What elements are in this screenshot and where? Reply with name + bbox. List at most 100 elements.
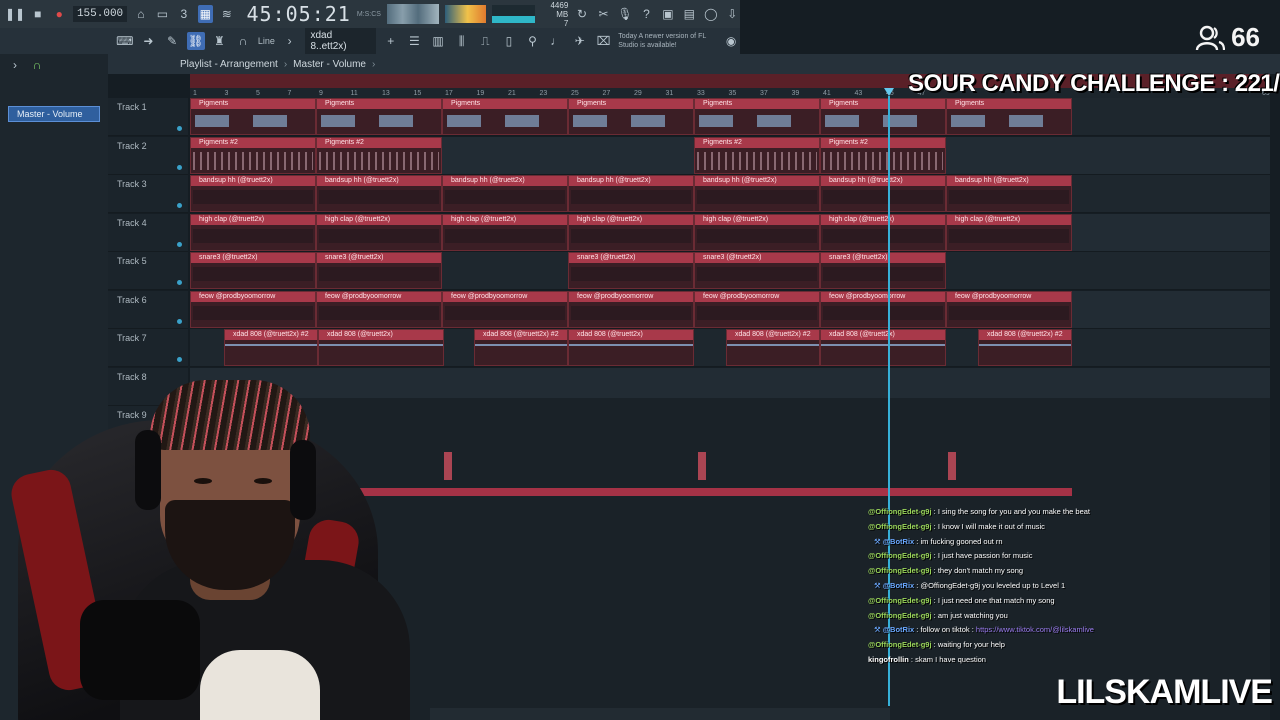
playlist-clip[interactable]: Pigments [946, 98, 1072, 135]
chat-username[interactable]: kingofrollin [868, 655, 909, 664]
arrow-icon[interactable]: ➜ [140, 32, 158, 50]
playlist-title[interactable]: Playlist - Arrangement [180, 59, 278, 70]
link-icon[interactable]: ⛓ [186, 32, 205, 50]
playlist-clip[interactable]: snare3 (@truett2x) [568, 252, 694, 289]
chat-username[interactable]: @OffiongEdet-g9j [868, 566, 932, 575]
export-icon[interactable]: ⇩ [725, 5, 740, 23]
chat-username[interactable]: @BotRix [883, 537, 914, 546]
playlist-clip[interactable]: snare3 (@truett2x) [820, 252, 946, 289]
step-edit-icon[interactable]: ▦ [197, 5, 214, 23]
playlist-clip[interactable]: xdad 808 (@truett2x) #2 [474, 329, 568, 366]
record-icon[interactable]: ● [51, 5, 66, 23]
countdown-icon[interactable]: 3 [176, 5, 191, 23]
browser-item-master-volume[interactable]: Master - Volume [8, 106, 100, 122]
track-led-icon[interactable] [177, 164, 182, 170]
playlist-clip[interactable]: bandsup hh (@truett2x) [316, 175, 442, 212]
chat-username[interactable]: @OffiongEdet-g9j [868, 596, 932, 605]
playlist-clip[interactable]: bandsup hh (@truett2x) [820, 175, 946, 212]
snap-mode[interactable]: Line [258, 36, 275, 46]
browser-icon[interactable]: ▯ [500, 32, 518, 50]
playlist-clip[interactable]: Pigments [190, 98, 316, 135]
save-icon[interactable]: ▣ [660, 5, 675, 23]
track-header[interactable]: Track 6 [108, 290, 188, 329]
playlist-clip[interactable]: snare3 (@truett2x) [316, 252, 442, 289]
stamp-icon[interactable]: ♜ [211, 32, 229, 50]
pencil-icon[interactable]: ✎ [163, 32, 181, 50]
playlist-clip[interactable]: high clap (@truett2x) [568, 213, 694, 251]
playlist-clip[interactable]: high clap (@truett2x) [190, 213, 316, 251]
playlist-clip[interactable]: bandsup hh (@truett2x) [946, 175, 1072, 212]
news-icon[interactable]: ◉ [722, 32, 740, 50]
plus-icon[interactable]: + [382, 32, 400, 50]
wait-record-icon[interactable]: ▭ [155, 5, 170, 23]
track-lane[interactable]: bandsup hh (@truett2x) bandsup hh (@truet… [190, 175, 1270, 213]
playlist-clip[interactable]: Pigments [820, 98, 946, 135]
automation-clip[interactable] [320, 488, 1072, 496]
playlist-clip[interactable]: feow @prodbyoomorrow [946, 290, 1072, 328]
playlist-clip[interactable]: xdad 808 (@truett2x) [568, 329, 694, 366]
tempo-icon[interactable]: ♩ [547, 32, 565, 50]
update-notice[interactable]: Today A newer version of FL Studio is av… [618, 32, 716, 50]
chat-username[interactable]: @OffiongEdet-g9j [868, 611, 932, 620]
blend-notes-icon[interactable]: ≋ [219, 5, 234, 23]
chat-username[interactable]: @OffiongEdet-g9j [868, 522, 932, 531]
track-led-icon[interactable] [177, 241, 182, 247]
track-header[interactable]: Track 1 [108, 98, 188, 136]
help-icon[interactable]: ? [639, 5, 654, 23]
chat-icon[interactable]: ◯ [703, 5, 718, 23]
playlist-clip[interactable]: Pigments #2 [820, 136, 946, 174]
playlist-clip[interactable]: high clap (@truett2x) [442, 213, 568, 251]
track-header[interactable]: Track 2 [108, 136, 188, 175]
store-icon[interactable]: ⌧ [595, 32, 613, 50]
pattern-arrow-icon[interactable]: › [281, 32, 299, 50]
pattern-selector[interactable]: xdad 8..ett2x) [304, 28, 376, 54]
track-header[interactable]: Track 3 [108, 175, 188, 213]
magnet-icon[interactable]: ∩ [234, 32, 252, 50]
chat-username[interactable]: @OffiongEdet-g9j [868, 640, 932, 649]
playlist-clip[interactable]: bandsup hh (@truett2x) [190, 175, 316, 212]
playlist-clip[interactable]: bandsup hh (@truett2x) [442, 175, 568, 212]
chat-username[interactable]: @OffiongEdet-g9j [868, 551, 932, 560]
cut-icon[interactable]: ✂ [596, 5, 611, 23]
track-lane[interactable]: Pigments #2 Pigments #2 Pigments #2 Pigment… [190, 136, 1270, 175]
track-lane[interactable]: Pigments Pigments Pigments Pigments Pigments… [190, 98, 1270, 136]
playlist-clip[interactable]: Pigments [694, 98, 820, 135]
render-icon[interactable]: ▤ [682, 5, 697, 23]
playlist-clip[interactable]: high clap (@truett2x) [946, 213, 1072, 251]
playlist-clip[interactable]: Pigments [316, 98, 442, 135]
track-lane[interactable]: snare3 (@truett2x) snare3 (@truett2x) snar… [190, 252, 1270, 290]
playhead-marker[interactable] [884, 88, 894, 96]
playlist-clip[interactable]: Pigments [568, 98, 694, 135]
playlist-clip[interactable]: Pigments #2 [316, 136, 442, 174]
track-led-icon[interactable] [177, 280, 182, 285]
playlist-clip[interactable]: snare3 (@truett2x) [190, 252, 316, 289]
chat-link[interactable]: https://www.tiktok.com/@lilskamlive [976, 625, 1094, 634]
playlist-clip[interactable]: feow @prodbyoomorrow [316, 290, 442, 328]
chat-username[interactable]: @BotRix [883, 581, 914, 590]
arrow-small-icon[interactable]: › [6, 56, 24, 74]
song-position[interactable]: 45:05:21 [247, 2, 351, 26]
track-header[interactable]: Track 5 [108, 252, 188, 290]
playlist-clip[interactable]: Pigments [442, 98, 568, 135]
track-led-icon[interactable] [177, 126, 182, 131]
chat-username[interactable]: @OffiongEdet-g9j [868, 507, 932, 516]
stop-icon[interactable]: ■ [30, 5, 45, 23]
automation-marker[interactable] [444, 452, 452, 480]
playlist-clip[interactable]: Pigments #2 [694, 136, 820, 174]
playlist-clip[interactable]: high clap (@truett2x) [820, 213, 946, 251]
playlist-clip[interactable]: Pigments #2 [190, 136, 316, 174]
playlist-clip[interactable]: high clap (@truett2x) [316, 213, 442, 251]
playlist-clip[interactable]: feow @prodbyoomorrow [694, 290, 820, 328]
automation-marker[interactable] [698, 452, 706, 480]
mic-pin-icon[interactable]: ✈ [571, 32, 589, 50]
playlist-clip[interactable]: feow @prodbyoomorrow [190, 290, 316, 328]
plugin-icon[interactable]: ⚲ [524, 32, 542, 50]
playlist-crumb[interactable]: Master - Volume [293, 59, 366, 70]
playlist-clip[interactable]: bandsup hh (@truett2x) [694, 175, 820, 212]
play-pause-icon[interactable]: ❚❚ [5, 5, 25, 23]
track-lane[interactable]: high clap (@truett2x) high clap (@truett2… [190, 213, 1270, 252]
playlist-clip[interactable]: bandsup hh (@truett2x) [568, 175, 694, 212]
playlist-clip[interactable]: xdad 808 (@truett2x) [820, 329, 946, 366]
playlist-clip[interactable]: feow @prodbyoomorrow [442, 290, 568, 328]
piano-roll-icon[interactable]: ⎍ [476, 32, 494, 50]
